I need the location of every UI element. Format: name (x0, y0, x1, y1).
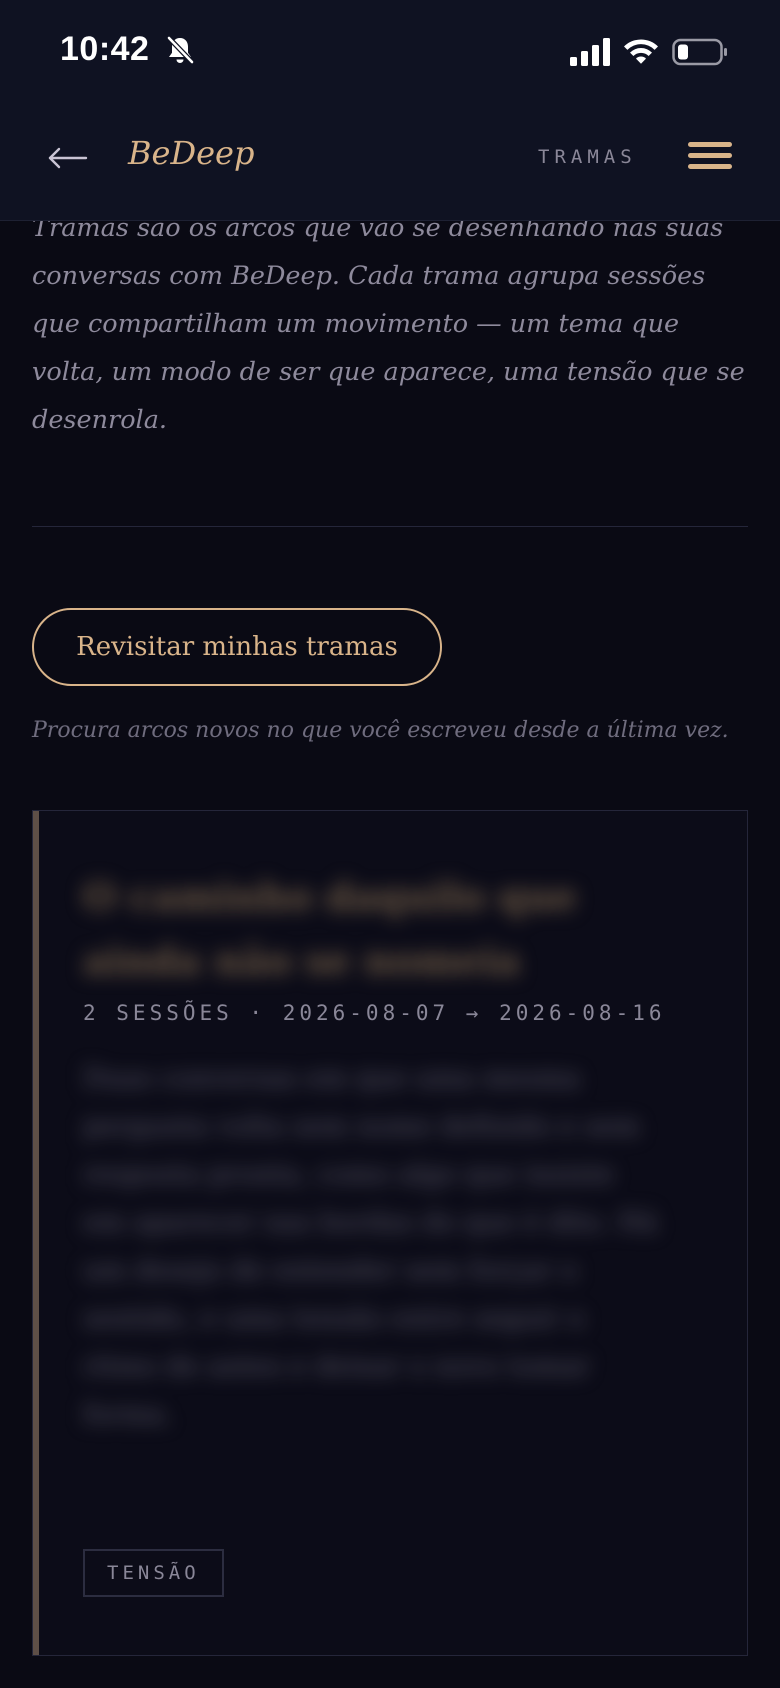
brand-logo[interactable]: BeDeep (128, 134, 254, 172)
intro-text: Tramas são os arcos que vão se desenhand… (32, 213, 745, 435)
trama-meta: 2 SESSÕES · 2026-08-07 → 2026-08-16 (83, 1001, 666, 1025)
wifi-icon (624, 39, 658, 64)
menu-bar (688, 142, 732, 147)
menu-bar (688, 153, 732, 158)
arrow-left-icon (48, 147, 88, 169)
revisit-tramas-button[interactable]: Revisitar minhas tramas (32, 608, 442, 686)
menu-bar (688, 164, 732, 169)
section-divider (32, 526, 748, 527)
card-accent-bar (33, 811, 39, 1655)
app-header: BeDeep TRAMAS (0, 96, 780, 221)
cellular-signal-icon (570, 38, 610, 66)
trama-tag[interactable]: TENSÃO (83, 1549, 224, 1597)
revisit-hint: Procura arcos novos no que você escreveu… (32, 718, 729, 743)
back-button[interactable] (40, 130, 96, 186)
battery-icon (672, 38, 727, 66)
bell-slash-icon (167, 36, 194, 64)
status-bar: 10:42 (0, 0, 780, 96)
trama-summary: Duas conversas em que uma mesma pergunta… (83, 1063, 658, 1430)
trama-title: O caminho daquilo que ainda não se nomei… (83, 874, 577, 983)
hamburger-menu-icon[interactable] (684, 136, 736, 180)
trama-card[interactable]: O caminho daquilo que ainda não se nomei… (32, 810, 748, 1656)
status-time: 10:42 (60, 30, 150, 68)
section-label: TRAMAS (538, 146, 637, 168)
